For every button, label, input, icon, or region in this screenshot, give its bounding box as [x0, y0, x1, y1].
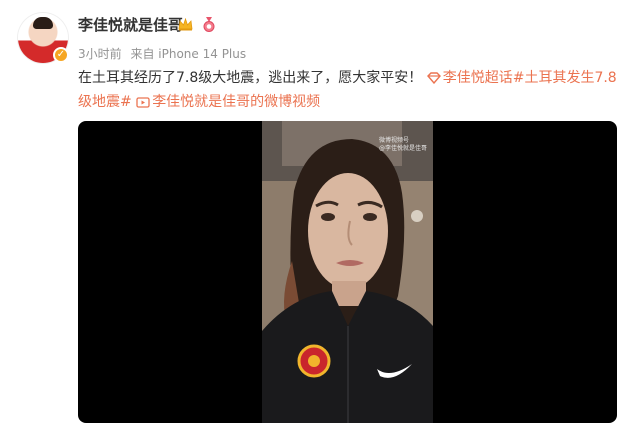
post-time[interactable]: 3小时前 — [78, 47, 122, 61]
verified-badge-icon: ✓ — [53, 47, 69, 63]
video-link-label: 李佳悦就是佳哥的微博视频 — [152, 94, 321, 110]
watermark-handle: @李佳悦就是佳哥 — [378, 145, 427, 152]
video-player[interactable]: 微博视频号 @李佳悦就是佳哥 — [78, 121, 617, 423]
post-content: 在土耳其经历了7.8级大地震，逃出来了，愿大家平安！ 李佳悦超话#土耳其发生7.… — [78, 66, 623, 114]
watermark-title: 微博视频号 — [378, 137, 409, 144]
username[interactable]: 李佳悦就是佳哥 — [78, 14, 183, 35]
post-meta: 3小时前 来自 iPhone 14 Plus — [78, 45, 251, 62]
video-watermark: 微博视频号 @李佳悦就是佳哥 — [379, 137, 427, 153]
supertopic-link[interactable]: 李佳悦超话 — [426, 70, 513, 86]
crown-badge-icon[interactable] — [178, 18, 193, 31]
video-camera-icon — [136, 97, 150, 108]
video-link[interactable]: 李佳悦就是佳哥的微博视频 — [136, 94, 320, 110]
video-frame[interactable]: 微博视频号 @李佳悦就是佳哥 — [262, 121, 433, 423]
post-body-text: 在土耳其经历了7.8级大地震，逃出来了，愿大家平安！ — [78, 70, 423, 86]
supertopic-label: 李佳悦超话 — [442, 70, 513, 86]
avatar-hair — [33, 17, 53, 29]
video-still — [262, 121, 433, 423]
supertopic-icon — [426, 72, 441, 84]
medal-badge-icon[interactable] — [203, 17, 215, 32]
post-source: 来自 iPhone 14 Plus — [130, 47, 247, 61]
